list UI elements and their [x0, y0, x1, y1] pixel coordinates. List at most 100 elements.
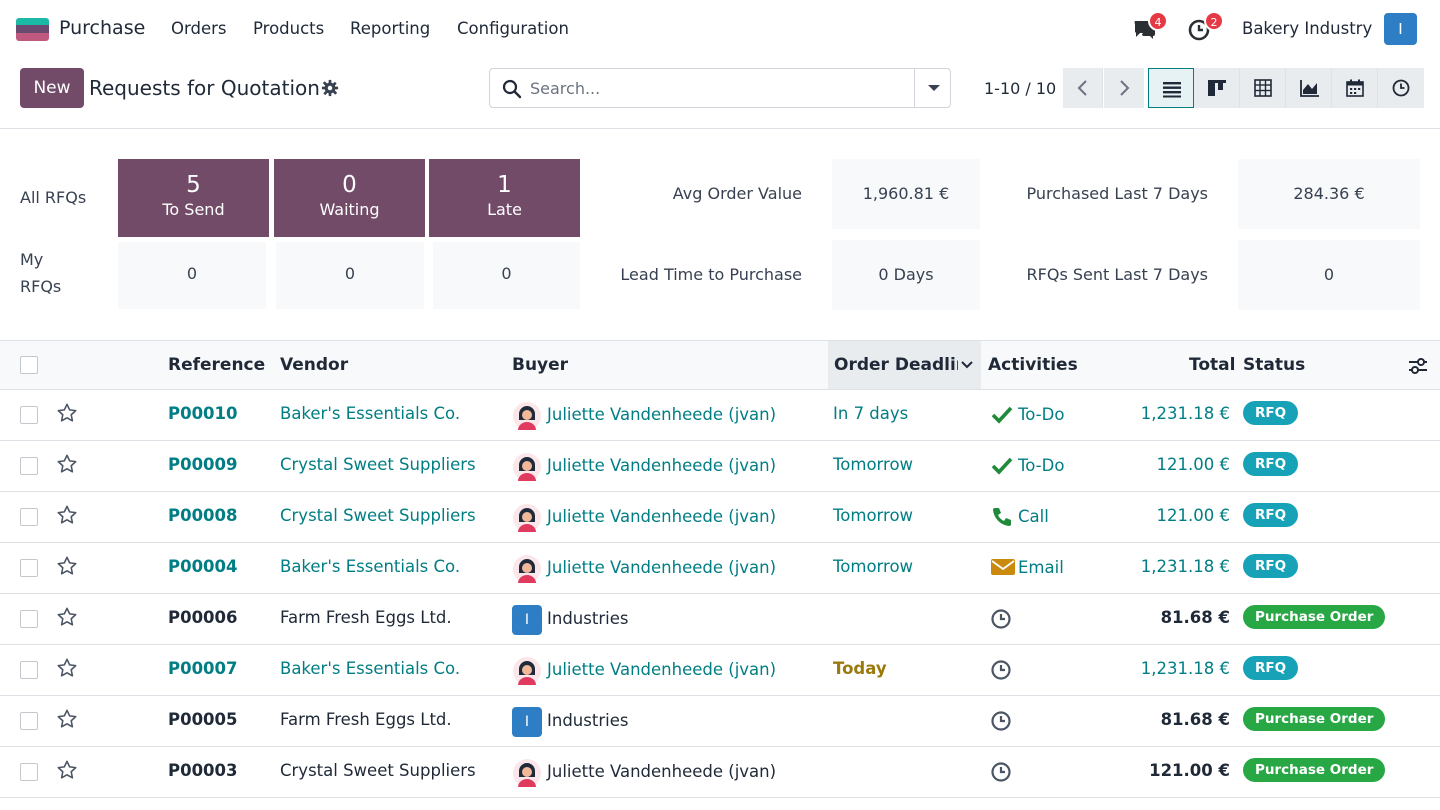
- search-options-toggle[interactable]: [914, 69, 950, 107]
- search-input[interactable]: [530, 75, 900, 101]
- my-to-send-cell[interactable]: 0: [118, 242, 266, 309]
- row-reference[interactable]: P00003: [168, 761, 238, 780]
- row-checkbox[interactable]: [20, 661, 38, 679]
- row-activity-label[interactable]: Email: [1018, 558, 1064, 577]
- row-vendor[interactable]: Baker's Essentials Co.: [280, 557, 460, 576]
- table-row[interactable]: P00004 Baker's Essentials Co. Juliette V…: [0, 543, 1440, 594]
- table-row[interactable]: P00008 Crystal Sweet Suppliers Juliette …: [0, 492, 1440, 543]
- row-reference[interactable]: P00005: [168, 710, 238, 729]
- column-activities[interactable]: Activities: [988, 355, 1078, 375]
- clock-icon[interactable]: [990, 608, 1014, 630]
- row-vendor[interactable]: Baker's Essentials Co.: [280, 404, 460, 423]
- table-row[interactable]: P00007 Baker's Essentials Co. Juliette V…: [0, 645, 1440, 696]
- column-status[interactable]: Status: [1243, 355, 1305, 375]
- row-reference[interactable]: P00008: [168, 506, 238, 525]
- app-name[interactable]: Purchase: [59, 17, 145, 39]
- clock-icon[interactable]: [990, 710, 1014, 732]
- activities-clock-icon[interactable]: 2: [1188, 11, 1224, 41]
- chevron-down-icon[interactable]: [960, 360, 974, 370]
- row-buyer[interactable]: Juliette Vandenheede (jvan): [547, 456, 776, 475]
- star-icon[interactable]: [56, 453, 78, 475]
- row-reference[interactable]: P00009: [168, 455, 238, 474]
- table-row[interactable]: P00006 Farm Fresh Eggs Ltd. I Industries…: [0, 594, 1440, 645]
- row-checkbox[interactable]: [20, 457, 38, 475]
- my-waiting-cell[interactable]: 0: [276, 242, 424, 309]
- select-all-checkbox[interactable]: [20, 356, 38, 374]
- purchase-app-icon[interactable]: [16, 18, 49, 41]
- menu-reporting[interactable]: Reporting: [350, 19, 430, 38]
- star-icon[interactable]: [56, 504, 78, 526]
- menu-orders[interactable]: Orders: [171, 19, 227, 38]
- row-buyer[interactable]: Juliette Vandenheede (jvan): [547, 558, 776, 577]
- star-icon[interactable]: [56, 657, 78, 679]
- star-icon[interactable]: [56, 402, 78, 424]
- kanban-view-button[interactable]: [1194, 68, 1240, 108]
- row-activity-label[interactable]: To-Do: [1018, 456, 1064, 475]
- row-reference[interactable]: P00006: [168, 608, 238, 627]
- row-checkbox[interactable]: [20, 610, 38, 628]
- late-tile[interactable]: 1 Late: [429, 159, 580, 237]
- row-vendor[interactable]: Crystal Sweet Suppliers: [280, 455, 476, 474]
- table-row[interactable]: P00010 Baker's Essentials Co. Juliette V…: [0, 390, 1440, 441]
- gear-icon[interactable]: [321, 79, 339, 97]
- pager-value[interactable]: 1-10 / 10: [984, 79, 1056, 98]
- table-row[interactable]: P00005 Farm Fresh Eggs Ltd. I Industries…: [0, 696, 1440, 747]
- column-order-deadline[interactable]: Order Deadline: [834, 355, 958, 375]
- row-checkbox[interactable]: [20, 508, 38, 526]
- pivot-view-button[interactable]: [1240, 68, 1286, 108]
- row-reference[interactable]: P00010: [168, 404, 238, 423]
- to-send-tile[interactable]: 5 To Send: [118, 159, 269, 237]
- row-buyer[interactable]: Juliette Vandenheede (jvan): [547, 405, 776, 424]
- list-view-button[interactable]: [1148, 68, 1194, 108]
- row-activity-label[interactable]: To-Do: [1018, 405, 1064, 424]
- calendar-view-button[interactable]: [1332, 68, 1378, 108]
- row-vendor[interactable]: Farm Fresh Eggs Ltd.: [280, 608, 452, 627]
- row-vendor[interactable]: Crystal Sweet Suppliers: [280, 761, 476, 780]
- row-reference[interactable]: P00004: [168, 557, 238, 576]
- company-switcher[interactable]: Bakery Industry: [1242, 19, 1372, 38]
- column-buyer[interactable]: Buyer: [512, 355, 568, 375]
- row-vendor[interactable]: Farm Fresh Eggs Ltd.: [280, 710, 452, 729]
- menu-configuration[interactable]: Configuration: [457, 19, 569, 38]
- row-buyer[interactable]: Juliette Vandenheede (jvan): [547, 762, 776, 781]
- new-button[interactable]: New: [20, 68, 84, 108]
- row-checkbox[interactable]: [20, 406, 38, 424]
- row-activity-label[interactable]: Call: [1018, 507, 1049, 526]
- optional-columns-icon[interactable]: [1407, 355, 1429, 377]
- messages-icon[interactable]: 4: [1132, 11, 1168, 41]
- row-buyer[interactable]: Juliette Vandenheede (jvan): [547, 507, 776, 526]
- row-vendor[interactable]: Baker's Essentials Co.: [280, 659, 460, 678]
- row-buyer[interactable]: Juliette Vandenheede (jvan): [547, 660, 776, 679]
- phone-icon[interactable]: [990, 506, 1014, 528]
- pager-next-button[interactable]: [1104, 68, 1144, 108]
- my-late-cell[interactable]: 0: [433, 242, 580, 309]
- check-icon[interactable]: [990, 404, 1014, 426]
- activity-view-button[interactable]: [1378, 68, 1424, 108]
- column-total[interactable]: Total: [1189, 355, 1235, 375]
- star-icon[interactable]: [56, 606, 78, 628]
- graph-view-button[interactable]: [1286, 68, 1332, 108]
- star-icon[interactable]: [56, 759, 78, 781]
- envelope-icon[interactable]: [990, 557, 1015, 579]
- column-vendor[interactable]: Vendor: [280, 355, 348, 375]
- check-icon[interactable]: [990, 455, 1014, 477]
- row-vendor[interactable]: Crystal Sweet Suppliers: [280, 506, 476, 525]
- star-icon[interactable]: [56, 555, 78, 577]
- star-icon[interactable]: [56, 708, 78, 730]
- row-buyer[interactable]: Industries: [547, 609, 628, 628]
- row-checkbox[interactable]: [20, 712, 38, 730]
- waiting-tile[interactable]: 0 Waiting: [274, 159, 425, 237]
- column-reference[interactable]: Reference: [168, 355, 265, 375]
- table-row[interactable]: P00009 Crystal Sweet Suppliers Juliette …: [0, 441, 1440, 492]
- clock-icon[interactable]: [990, 659, 1014, 681]
- row-reference[interactable]: P00007: [168, 659, 238, 678]
- menu-products[interactable]: Products: [253, 19, 324, 38]
- search-icon[interactable]: [502, 79, 522, 99]
- user-avatar[interactable]: I: [1384, 13, 1417, 45]
- table-row[interactable]: P00003 Crystal Sweet Suppliers Juliette …: [0, 747, 1440, 798]
- row-checkbox[interactable]: [20, 559, 38, 577]
- row-checkbox[interactable]: [20, 763, 38, 781]
- clock-icon[interactable]: [990, 761, 1014, 783]
- pager-previous-button[interactable]: [1063, 68, 1103, 108]
- row-buyer[interactable]: Industries: [547, 711, 628, 730]
